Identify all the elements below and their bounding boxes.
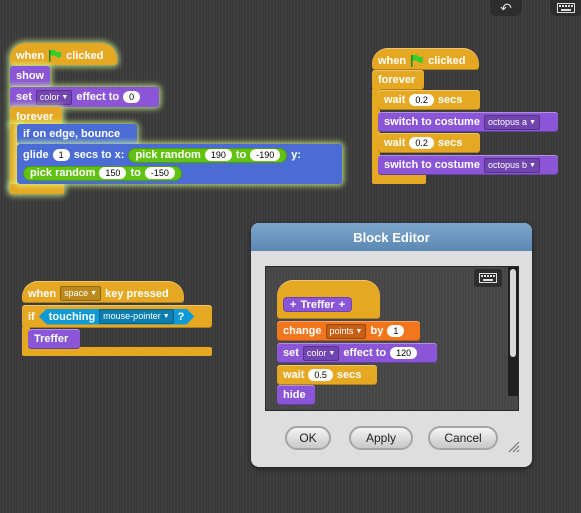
effect-value-input[interactable]: 120	[390, 347, 418, 359]
variable-dropdown[interactable]: points ▼	[325, 323, 367, 339]
green-flag-icon	[411, 54, 424, 67]
editor-wait-input[interactable]: 0.5	[308, 369, 333, 381]
effect-dropdown[interactable]: color ▼	[35, 89, 73, 105]
glide-block[interactable]: glide 1 secs to x: pick random 190 to -1…	[17, 144, 342, 184]
touching-predicate[interactable]: touching mouse-pointer ▼ ?	[39, 309, 195, 325]
if-on-edge-bounce-block[interactable]: if on edge, bounce	[17, 124, 137, 144]
undo-arrow-icon: ↶	[500, 0, 512, 16]
editor-scrollbar[interactable]	[508, 267, 518, 396]
change-by-input[interactable]: 1	[387, 325, 405, 337]
when-flag-clicked-hat-2[interactable]: when clicked	[372, 48, 479, 70]
costume-dropdown-1[interactable]: octopus a ▼	[483, 114, 540, 130]
dialog-title[interactable]: Block Editor	[251, 223, 532, 251]
x-from-input[interactable]: 190	[204, 149, 232, 161]
prototype-hat-block[interactable]: + Treffer +	[277, 280, 380, 319]
block-editor-canvas[interactable]: + Treffer + change points ▼ by 1 set colo…	[265, 266, 519, 411]
dropdown-arrow-icon: ▼	[162, 313, 170, 320]
wait-block-2[interactable]: wait 0.2 secs	[378, 133, 480, 153]
y-to-input[interactable]: -150	[144, 167, 175, 179]
costume-dropdown-2[interactable]: octopus b ▼	[483, 157, 540, 173]
forever-block-2[interactable]: forever	[372, 70, 424, 90]
touching-target-dropdown[interactable]: mouse-pointer ▼	[99, 309, 173, 324]
plus-icon: +	[290, 298, 297, 311]
hide-block[interactable]: hide	[277, 385, 315, 405]
undo-button[interactable]: ↶	[490, 0, 522, 16]
if-block[interactable]: if touching mouse-pointer ▼ ?	[22, 305, 212, 328]
change-variable-block[interactable]: change points ▼ by 1	[277, 321, 420, 341]
apply-button[interactable]: Apply	[349, 426, 413, 450]
pick-random-x-reporter[interactable]: pick random 190 to -190	[128, 147, 288, 163]
glide-row-2: pick random 150 to -150	[23, 165, 182, 181]
dropdown-arrow-icon: ▼	[328, 349, 336, 357]
treffer-custom-block[interactable]: Treffer	[28, 329, 80, 349]
wait-secs-input-2[interactable]: 0.2	[409, 137, 434, 149]
glide-secs-input[interactable]: 1	[52, 149, 70, 161]
effect-dropdown[interactable]: color ▼	[302, 345, 340, 361]
y-from-input[interactable]: 150	[99, 167, 127, 179]
editor-keyboard-button[interactable]	[474, 269, 502, 287]
set-effect-block[interactable]: set color ▼ effect to 0	[10, 87, 159, 107]
dropdown-arrow-icon: ▼	[90, 290, 98, 297]
x-to-input[interactable]: -190	[250, 149, 281, 161]
ok-button[interactable]: OK	[285, 426, 331, 450]
plus-icon: +	[338, 298, 346, 311]
switch-costume-block-2[interactable]: switch to costume octopus b ▼	[378, 155, 558, 175]
dropdown-arrow-icon: ▼	[61, 93, 69, 101]
when-flag-clicked-hat[interactable]: when clicked	[10, 43, 117, 65]
keyboard-icon	[557, 3, 575, 13]
wait-block-1[interactable]: wait 0.2 secs	[378, 90, 480, 110]
dropdown-arrow-icon: ▼	[529, 161, 536, 169]
pick-random-y-reporter[interactable]: pick random 150 to -150	[23, 165, 182, 181]
dropdown-arrow-icon: ▼	[529, 118, 536, 126]
editor-set-effect-block[interactable]: set color ▼ effect to 120	[277, 343, 437, 363]
block-editor-dialog: Block Editor + Treffer + change points ▼ …	[251, 223, 532, 467]
editor-wait-block[interactable]: wait 0.5 secs	[277, 365, 377, 385]
green-flag-icon	[49, 49, 62, 62]
prototype-treffer[interactable]: + Treffer +	[283, 297, 353, 312]
key-dropdown[interactable]: space ▼	[60, 286, 102, 301]
resize-handle-icon[interactable]	[506, 439, 520, 453]
effect-value-input[interactable]: 0	[123, 91, 141, 103]
switch-costume-block-1[interactable]: switch to costume octopus a ▼	[378, 112, 558, 132]
keyboard-icon	[479, 273, 497, 283]
wait-secs-input-1[interactable]: 0.2	[409, 94, 434, 106]
show-block[interactable]: show	[10, 66, 50, 86]
forever-c-bottom	[10, 184, 64, 194]
keyboard-button[interactable]	[550, 0, 581, 16]
when-key-pressed-hat[interactable]: when space ▼ key pressed	[22, 281, 184, 303]
forever-c-bottom-2	[372, 174, 426, 184]
dropdown-arrow-icon: ▼	[355, 327, 363, 335]
glide-row-1: glide 1 secs to x: pick random 190 to -1…	[23, 147, 302, 163]
scrollbar-thumb[interactable]	[510, 269, 516, 357]
cancel-button[interactable]: Cancel	[428, 426, 498, 450]
